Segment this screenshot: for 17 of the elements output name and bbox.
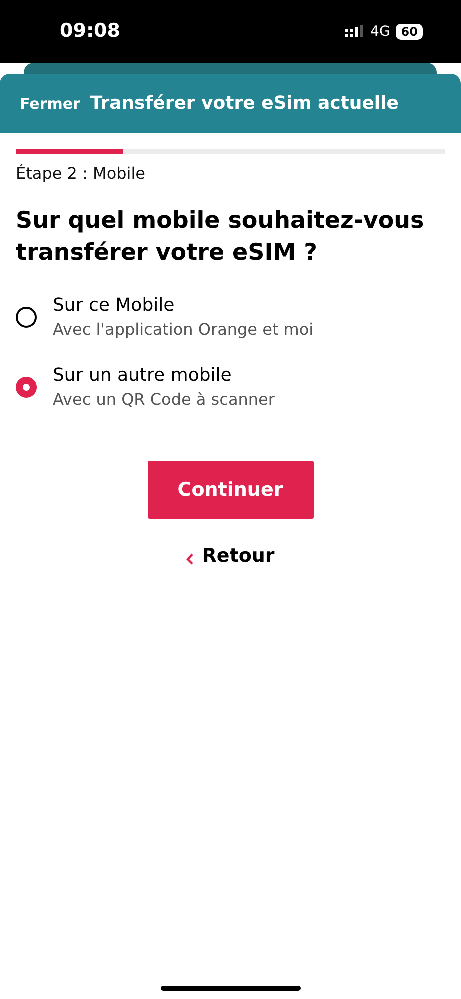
screen-title: Transférer votre eSim actuelle bbox=[90, 93, 399, 114]
battery-indicator: 60 bbox=[396, 24, 423, 40]
radio-button[interactable] bbox=[16, 376, 37, 398]
option-label: Sur un autre mobile bbox=[53, 365, 233, 386]
close-button[interactable]: Fermer bbox=[20, 94, 80, 112]
option-label: Sur ce Mobile bbox=[53, 295, 176, 316]
continue-button[interactable]: Continuer bbox=[148, 461, 314, 519]
question-heading: Sur quel mobile souhaitez-vous transférer votre eSIM ? bbox=[16, 207, 426, 268]
network-label: 4G bbox=[370, 24, 390, 40]
option-description: Avec l'application Orange et moi bbox=[53, 320, 314, 339]
step-label: Étape 2 : Mobile bbox=[16, 164, 146, 183]
chevron-left-icon bbox=[186, 553, 194, 565]
option-description: Avec un QR Code à scanner bbox=[53, 390, 275, 409]
radio-button[interactable] bbox=[16, 306, 37, 328]
back-link[interactable]: Retour bbox=[186, 545, 275, 567]
clock-time: 09:08 bbox=[60, 20, 120, 44]
signal-icon bbox=[344, 24, 365, 38]
